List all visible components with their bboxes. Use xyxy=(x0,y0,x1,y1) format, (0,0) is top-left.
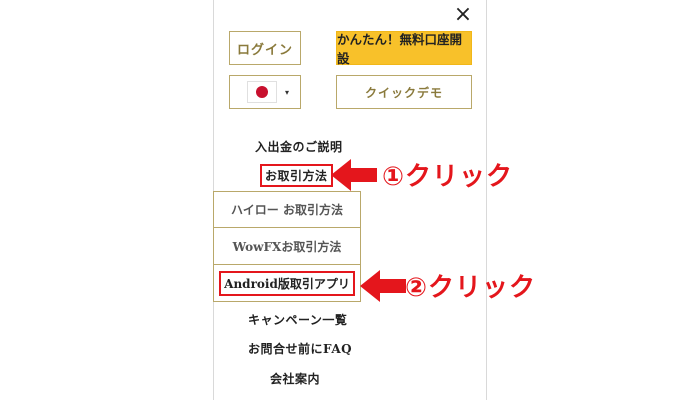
close-icon[interactable]: × xyxy=(451,3,475,27)
submenu-item-highlow[interactable]: ハイロー お取引方法 xyxy=(213,191,361,228)
annotation-step2: ②クリック xyxy=(405,273,537,303)
submenu-item-wowfx[interactable]: WowFXお取引方法 xyxy=(213,228,361,265)
submenu-item-android-app[interactable]: Android版取引アプリ xyxy=(213,265,361,302)
signup-button[interactable]: かんたん！無料口座開設 xyxy=(336,31,472,66)
arrow-left-icon xyxy=(360,270,406,302)
menu-item-faq[interactable]: お問合せ前にFAQ xyxy=(248,340,352,357)
submenu-item-android-label: Android版取引アプリ xyxy=(219,270,355,296)
menu-item-trading[interactable]: お取引方法 xyxy=(260,164,333,187)
annotation-step1: ①クリック xyxy=(382,162,514,192)
trading-submenu: ハイロー お取引方法 WowFXお取引方法 Android版取引アプリ xyxy=(213,191,361,302)
login-button[interactable]: ログイン xyxy=(229,31,301,65)
menu-item-company[interactable]: 会社案内 xyxy=(270,370,320,387)
japan-flag-icon xyxy=(247,81,277,103)
menu-item-deposit[interactable]: 入出金のご説明 xyxy=(255,138,343,155)
menu-item-campaign[interactable]: キャンペーン一覧 xyxy=(248,311,347,328)
arrow-left-icon xyxy=(331,159,377,191)
quick-demo-button[interactable]: クイックデモ xyxy=(336,75,472,109)
language-selector[interactable]: ▾ xyxy=(229,75,301,109)
chevron-down-icon: ▾ xyxy=(285,87,291,97)
